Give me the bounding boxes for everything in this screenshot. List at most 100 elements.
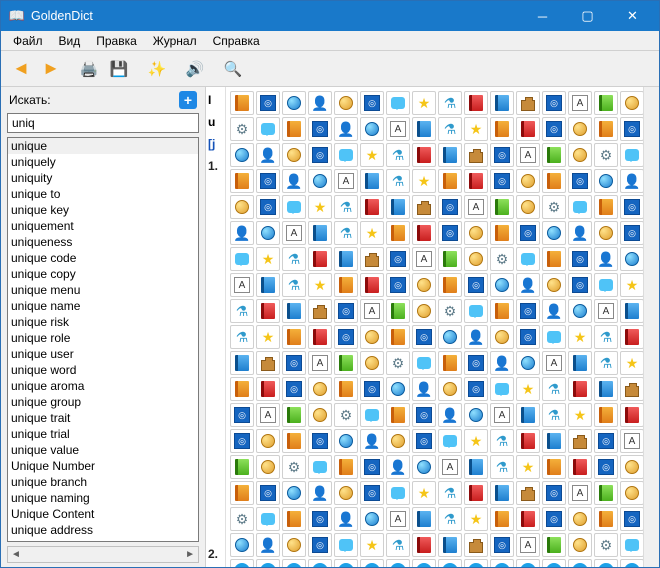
dictionary-button[interactable]: ◎ — [490, 169, 514, 193]
dictionary-button[interactable] — [282, 143, 306, 167]
dictionary-button[interactable]: ◎ — [542, 507, 566, 531]
word-list-item[interactable]: unique trial — [8, 426, 198, 442]
dictionary-button[interactable]: ⚗ — [230, 325, 254, 349]
dictionary-button[interactable]: ⑆ — [490, 559, 514, 567]
dictionary-button[interactable]: 👤 — [620, 169, 643, 193]
dictionary-button[interactable] — [620, 377, 643, 401]
dictionary-button[interactable]: ◎ — [256, 91, 280, 115]
dictionary-button[interactable]: ◎ — [360, 91, 384, 115]
dictionary-button[interactable]: ◎ — [308, 507, 332, 531]
dictionary-button[interactable] — [594, 91, 618, 115]
dictionary-button[interactable] — [386, 377, 410, 401]
dictionary-button[interactable] — [542, 273, 566, 297]
dictionary-button[interactable] — [386, 325, 410, 349]
dictionary-button[interactable]: A — [516, 143, 540, 167]
dictionary-button[interactable]: A — [438, 455, 462, 479]
dictionary-button[interactable] — [620, 403, 643, 427]
dictionary-button[interactable]: ◎ — [334, 325, 358, 349]
save-button[interactable]: 💾 — [105, 55, 133, 83]
dictionary-button[interactable] — [516, 429, 540, 453]
dictionary-button[interactable]: 👤 — [256, 143, 280, 167]
dictionary-button[interactable] — [256, 351, 280, 375]
dictionary-button[interactable] — [490, 221, 514, 245]
dictionary-button[interactable] — [516, 507, 540, 531]
dictionary-button[interactable] — [256, 221, 280, 245]
dictionary-button[interactable] — [282, 117, 306, 141]
dictionary-button[interactable] — [490, 299, 514, 323]
dictionary-button[interactable]: ⑆ — [282, 559, 306, 567]
dictionary-button[interactable] — [334, 533, 358, 557]
word-list-item[interactable]: unique role — [8, 330, 198, 346]
scroll-right-icon[interactable]: ► — [182, 549, 198, 560]
dictionary-button[interactable] — [256, 117, 280, 141]
dictionary-button[interactable]: ◎ — [438, 195, 462, 219]
dictionary-button[interactable] — [490, 325, 514, 349]
dictionary-button[interactable]: ⚗ — [334, 195, 358, 219]
dictionary-button[interactable]: ◎ — [620, 507, 643, 531]
word-list-item[interactable]: uniquity — [8, 170, 198, 186]
dictionary-button[interactable]: ⑆ — [620, 559, 643, 567]
dictionary-button[interactable] — [464, 403, 488, 427]
dictionary-button[interactable]: ⑆ — [360, 559, 384, 567]
dictionary-button[interactable] — [568, 455, 592, 479]
dictionary-button[interactable]: ◎ — [568, 247, 592, 271]
dictionary-button[interactable] — [386, 481, 410, 505]
dictionary-button[interactable] — [360, 325, 384, 349]
word-list-item[interactable]: unique name — [8, 298, 198, 314]
dictionary-button[interactable]: 👤 — [282, 169, 306, 193]
dictionary-button[interactable]: ⚗ — [594, 325, 618, 349]
dictionary-button[interactable] — [412, 455, 436, 479]
dictionary-button[interactable] — [464, 143, 488, 167]
dictionary-button[interactable] — [334, 273, 358, 297]
dictionary-button[interactable] — [230, 533, 254, 557]
dictionary-button[interactable] — [490, 507, 514, 531]
dictionary-button[interactable]: A — [516, 533, 540, 557]
dictionary-button[interactable]: A — [620, 429, 643, 453]
dictionary-button[interactable] — [568, 299, 592, 323]
dictionary-button[interactable]: ★ — [256, 325, 280, 349]
dictionary-button[interactable] — [620, 533, 643, 557]
word-list-item[interactable]: unique aroma — [8, 378, 198, 394]
dictionary-button[interactable]: ◎ — [438, 221, 462, 245]
dictionary-button[interactable]: ⑆ — [464, 559, 488, 567]
dictionary-button[interactable]: ⚗ — [282, 247, 306, 271]
word-list[interactable]: uniqueuniquelyuniquityunique tounique ke… — [7, 137, 199, 542]
dictionary-button[interactable] — [490, 91, 514, 115]
dictionary-button[interactable]: ★ — [412, 481, 436, 505]
dictionary-button[interactable] — [620, 247, 643, 271]
dictionary-button[interactable] — [360, 195, 384, 219]
dictionary-button[interactable]: ⚙ — [542, 195, 566, 219]
dictionary-button[interactable] — [308, 455, 332, 479]
menu-view[interactable]: Вид — [51, 32, 89, 50]
dictionary-button[interactable]: ★ — [568, 403, 592, 427]
dictionary-button[interactable] — [386, 91, 410, 115]
word-list-item[interactable]: unique benefit — [8, 538, 198, 542]
maximize-button[interactable]: ▢ — [565, 2, 610, 31]
dictionary-button[interactable]: A — [568, 91, 592, 115]
dictionary-button[interactable]: ⚗ — [438, 91, 462, 115]
dictionary-button[interactable]: 👤 — [490, 351, 514, 375]
word-list-item[interactable]: unique naming — [8, 490, 198, 506]
dictionary-button[interactable] — [620, 299, 643, 323]
word-list-item[interactable]: unique address — [8, 522, 198, 538]
dictionary-button[interactable] — [542, 325, 566, 349]
dictionary-button[interactable] — [464, 455, 488, 479]
dictionary-button[interactable] — [594, 481, 618, 505]
dictionary-button[interactable] — [516, 169, 540, 193]
dictionary-button[interactable] — [282, 507, 306, 531]
dictionary-button[interactable]: ⚙ — [438, 299, 462, 323]
dictionary-button[interactable]: ◎ — [464, 273, 488, 297]
word-list-item[interactable]: unique menu — [8, 282, 198, 298]
dictionary-button[interactable] — [464, 533, 488, 557]
dictionary-button[interactable] — [490, 117, 514, 141]
dictionary-button[interactable]: ⚗ — [386, 169, 410, 193]
dictionary-button[interactable]: ★ — [360, 533, 384, 557]
dictionary-button[interactable] — [516, 351, 540, 375]
dictionary-button[interactable]: ◎ — [516, 325, 540, 349]
dictionary-button[interactable] — [256, 429, 280, 453]
dictionary-button[interactable]: ⚙ — [386, 351, 410, 375]
dictionary-button[interactable] — [282, 299, 306, 323]
dictionary-button[interactable]: 👤 — [256, 533, 280, 557]
dictionary-button[interactable]: ★ — [516, 377, 540, 401]
dictionary-button[interactable] — [386, 299, 410, 323]
